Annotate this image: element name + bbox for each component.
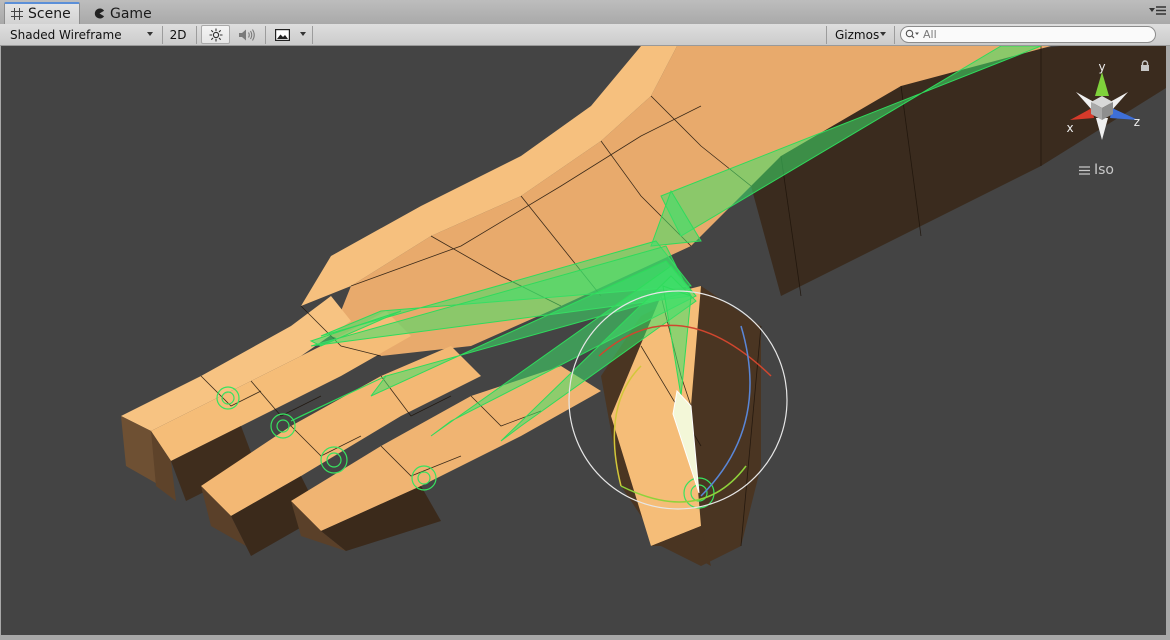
- y-axis-label: y: [1098, 60, 1105, 74]
- chevron-down-icon: [1149, 8, 1155, 12]
- 2d-toggle-label: 2D: [169, 27, 187, 42]
- neg-y-axis-cone[interactable]: [1096, 118, 1108, 140]
- scene-toolbar: Shaded Wireframe 2D Gizmos All: [0, 24, 1170, 46]
- tab-game-label: Game: [110, 5, 152, 22]
- speaker-icon: [239, 28, 255, 41]
- gizmos-label: Gizmos: [835, 27, 880, 42]
- tab-options-menu[interactable]: [1149, 6, 1166, 15]
- unity-scene-window: Scene Game Shaded Wireframe 2D Gizmos Al…: [0, 0, 1170, 640]
- hierarchy-search-field[interactable]: [900, 26, 1156, 43]
- menu-lines-icon: [1156, 6, 1166, 15]
- draw-mode-dropdown[interactable]: Shaded Wireframe: [4, 25, 158, 44]
- scene-viewport[interactable]: y x z Iso: [1, 46, 1166, 635]
- tab-strip: Scene Game: [0, 0, 1170, 25]
- x-axis-cone[interactable]: [1070, 108, 1094, 120]
- grid-icon: [11, 8, 23, 20]
- projection-label: Iso: [1094, 162, 1114, 178]
- search-icon: [905, 29, 919, 39]
- tab-scene-label: Scene: [28, 6, 71, 22]
- toolbar-divider: [162, 26, 163, 44]
- toolbar-divider: [265, 26, 266, 44]
- chevron-down-icon: [300, 32, 306, 36]
- search-input[interactable]: [920, 28, 1143, 41]
- 2d-toggle-button[interactable]: 2D: [166, 25, 190, 44]
- chevron-down-icon: [880, 32, 886, 36]
- hand-rig-scene[interactable]: [1, 46, 1166, 635]
- projection-toggle[interactable]: Iso: [1079, 162, 1114, 178]
- toolbar-divider: [196, 26, 197, 44]
- z-axis-label: z: [1134, 115, 1140, 129]
- toolbar-divider: [312, 26, 313, 44]
- tab-scene[interactable]: Scene: [4, 2, 80, 24]
- toolbar-divider: [894, 26, 895, 44]
- chevron-down-icon: [147, 32, 153, 36]
- scene-audio-toggle[interactable]: [233, 25, 261, 44]
- gizmos-dropdown[interactable]: Gizmos: [829, 25, 891, 44]
- draw-mode-label: Shaded Wireframe: [10, 27, 122, 42]
- x-axis-label: x: [1066, 121, 1073, 135]
- scene-effects-dropdown[interactable]: [296, 25, 310, 44]
- orientation-gizmo[interactable]: y x z: [1062, 60, 1142, 150]
- scene-lighting-toggle[interactable]: [201, 25, 230, 44]
- toolbar-divider: [826, 26, 827, 44]
- pacman-icon: [94, 8, 105, 19]
- image-icon: [274, 28, 290, 41]
- tab-game[interactable]: Game: [88, 3, 168, 24]
- y-axis-cone[interactable]: [1095, 72, 1109, 96]
- menu-lines-icon: [1079, 165, 1090, 175]
- sun-icon: [209, 28, 222, 41]
- scene-effects-button[interactable]: [270, 25, 294, 44]
